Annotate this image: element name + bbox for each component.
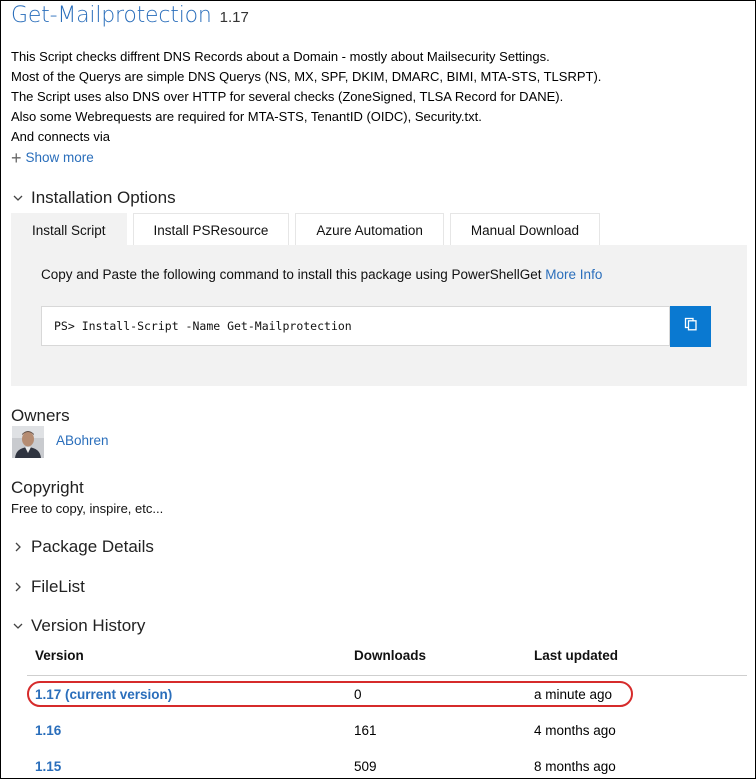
show-more-label: Show more [25,150,94,165]
install-command: PS> Install-Script -Name Get-Mailprotect… [54,319,352,333]
last-updated: a minute ago [534,687,613,702]
tab-manual-download[interactable]: Manual Download [449,213,600,246]
downloads-count: 161 [354,723,377,738]
tab-label: Azure Automation [316,222,423,238]
version-history-table: Version Downloads Last updated 1.17 (cur… [27,645,747,778]
tab-install-script[interactable]: Install Script [11,213,127,246]
installation-options-heading: Installation Options [31,188,176,207]
more-info-link[interactable]: More Info [545,267,602,282]
copyright-heading: Copyright [11,478,84,497]
version-history-toggle[interactable]: Version History [11,616,145,636]
column-header-downloads: Downloads [354,648,427,663]
downloads-count: 509 [354,759,377,774]
avatar[interactable] [12,426,44,458]
table-header: Version Downloads Last updated [27,645,747,676]
filelist-heading: FileList [31,577,85,596]
description-line: The Script uses also DNS over HTTP for s… [11,89,564,104]
table-row: 1.16 161 4 months ago [27,712,747,748]
version-link[interactable]: 1.16 [35,723,61,738]
description-line: This Script checks diffrent DNS Records … [11,49,550,64]
filelist-toggle[interactable]: FileList [11,577,85,597]
tab-azure-automation[interactable]: Azure Automation [295,213,444,246]
install-intro-text: Copy and Paste the following command to … [41,267,542,282]
chevron-down-icon [11,191,25,205]
package-details-toggle[interactable]: Package Details [11,537,154,557]
chevron-right-icon [11,540,25,554]
install-instructions: Copy and Paste the following command to … [41,267,602,282]
tab-label: Manual Download [470,222,579,238]
owner-link[interactable]: ABohren [56,433,109,448]
tab-install-psresource[interactable]: Install PSResource [132,213,290,246]
description-line: And connects via [11,129,111,144]
package-details-heading: Package Details [31,537,154,556]
column-header-last-updated: Last updated [534,648,619,663]
copyright-text: Free to copy, inspire, etc... [11,501,164,516]
table-row: 1.15 509 8 months ago [27,748,747,778]
table-row: 1.17 (current version) 0 a minute ago [27,676,747,712]
show-more-link[interactable]: + Show more [11,147,94,168]
package-name: Get-Mailprotection [11,3,212,28]
version-link[interactable]: 1.15 [35,759,61,774]
column-header-version: Version [35,648,84,663]
tab-label: Install Script [32,222,106,238]
install-command-box[interactable]: PS> Install-Script -Name Get-Mailprotect… [41,306,670,346]
tab-label: Install PSResource [153,222,269,238]
last-updated: 4 months ago [534,723,616,738]
version-link[interactable]: 1.17 (current version) [35,687,172,702]
installation-options-toggle[interactable]: Installation Options [11,188,176,208]
version-history-heading: Version History [31,616,146,635]
page-title: Get-Mailprotection 1.17 [11,3,249,28]
description-line: Also some Webrequests are required for M… [11,109,482,124]
owners-heading: Owners [11,406,70,425]
install-panel: Copy and Paste the following command to … [11,245,747,386]
copy-command-button[interactable] [670,306,711,347]
plus-icon: + [11,147,22,168]
description-line: Most of the Querys are simple DNS Querys… [11,69,602,84]
chevron-right-icon [11,580,25,594]
chevron-down-icon [11,619,25,633]
package-description: This Script checks diffrent DNS Records … [11,47,601,147]
package-version: 1.17 [219,9,249,26]
package-page: Get-Mailprotection 1.17 This Script chec… [0,0,756,779]
downloads-count: 0 [354,687,362,702]
copy-icon [684,317,698,336]
installation-tabs: Install Script Install PSResource Azure … [11,213,600,246]
last-updated: 8 months ago [534,759,616,774]
